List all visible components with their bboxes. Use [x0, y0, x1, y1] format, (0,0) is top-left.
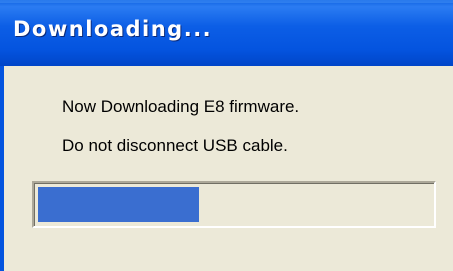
window-title: Downloading... [13, 17, 213, 41]
download-dialog: Downloading... Now Downloading E8 firmwa… [0, 0, 453, 271]
download-progress-bar [32, 181, 436, 228]
progress-bar-fill [38, 187, 199, 222]
usb-warning-text: Do not disconnect USB cable. [62, 136, 288, 155]
download-status-text: Now Downloading E8 firmware. [62, 97, 300, 116]
title-bar[interactable]: Downloading... [0, 0, 453, 66]
